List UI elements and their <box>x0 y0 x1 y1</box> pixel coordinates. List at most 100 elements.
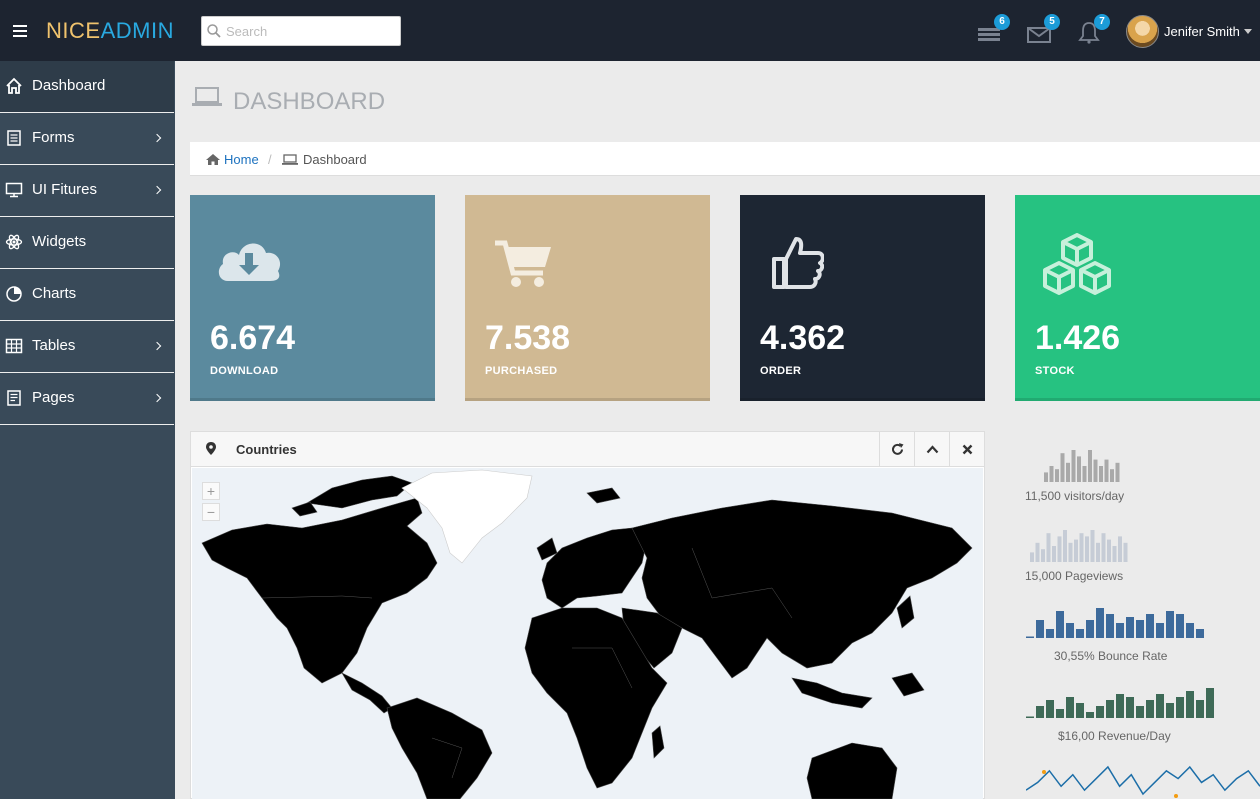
atom-icon <box>5 234 23 250</box>
sparkline-bar <box>1056 611 1064 638</box>
search-icon <box>207 24 221 38</box>
refresh-button[interactable] <box>879 432 914 467</box>
sparkline-bars <box>1026 608 1204 638</box>
logo-text-admin: ADMIN <box>100 18 174 43</box>
stat-tile-order[interactable]: 4.362 ORDER <box>740 195 985 401</box>
chevron-right-icon <box>152 185 162 195</box>
sparkline-bar <box>1056 709 1064 718</box>
thumbs-up-icon <box>772 237 824 289</box>
sparkline-bar <box>1057 536 1062 562</box>
zoom-in-button[interactable]: + <box>202 482 220 500</box>
line-sparkline <box>1025 764 1260 799</box>
sparkline-bar <box>1046 533 1051 562</box>
chevron-up-icon <box>926 445 939 454</box>
map-region-asia <box>631 499 973 679</box>
sparkline-bar <box>1106 700 1114 718</box>
stat-value: 6.674 <box>210 319 296 357</box>
search-box <box>201 16 401 46</box>
sidebar-item-charts[interactable]: Charts <box>0 269 174 321</box>
zoom-out-button[interactable]: − <box>202 503 220 521</box>
map-region-europe <box>541 527 648 609</box>
line-point-highlight <box>1174 794 1178 798</box>
sparkline-bar <box>1076 703 1084 718</box>
chevron-right-icon <box>152 393 162 403</box>
countries-panel: Countries + − <box>190 431 985 799</box>
sparkline-bar <box>1055 469 1059 482</box>
search-input[interactable] <box>226 20 396 42</box>
sparkline-bar <box>1196 629 1204 638</box>
sparkline-bar <box>1099 466 1103 482</box>
user-name: Jenifer Smith <box>1164 24 1240 39</box>
sidebar-item-ui-fitures[interactable]: UI Fitures <box>0 165 174 217</box>
sparkline-bar <box>1176 697 1184 718</box>
sparkline-bar <box>1066 697 1074 718</box>
caret-down-icon <box>1244 29 1252 34</box>
sparkline-bar <box>1104 459 1109 482</box>
world-map[interactable]: + − <box>192 468 983 799</box>
sidebar: Dashboard Forms UI Fitures Widgets Chart… <box>0 61 175 799</box>
sparkline-label: 15,000 Pageviews <box>1025 569 1124 583</box>
alerts-badge: 7 <box>1094 14 1110 30</box>
collapse-button[interactable] <box>914 432 949 467</box>
sparkline-bar <box>1030 552 1034 562</box>
app-logo[interactable]: NICEADMIN <box>46 18 174 44</box>
sparkline-revenue <box>1024 686 1214 727</box>
sparkline-bar <box>1074 539 1078 562</box>
sparkline-bar <box>1090 530 1095 562</box>
sparkline-label: 30,55% Bounce Rate <box>1054 649 1168 663</box>
sidebar-item-label: Dashboard <box>32 77 106 94</box>
stat-label: ORDER <box>760 365 802 377</box>
breadcrumb-current: Dashboard <box>303 152 367 167</box>
sidebar-item-forms[interactable]: Forms <box>0 113 174 165</box>
sidebar-item-dashboard[interactable]: Dashboard <box>0 61 174 113</box>
top-navbar: NICEADMIN 6 5 7 Jenifer Smith <box>0 0 1260 61</box>
cloud-download-icon <box>218 243 281 281</box>
sparkline-bar <box>1126 697 1134 718</box>
stat-value: 7.538 <box>485 319 571 357</box>
sparkline-bar <box>1086 620 1094 638</box>
sparkline-bar <box>1035 542 1040 562</box>
alerts-button[interactable]: 7 <box>1076 14 1110 44</box>
breadcrumb-home-link[interactable]: Home <box>224 152 259 167</box>
stat-tile-download[interactable]: 6.674 DOWNLOAD <box>190 195 435 401</box>
sparkline-bar <box>1046 629 1054 638</box>
close-button[interactable] <box>949 432 984 467</box>
stat-tile-stock[interactable]: 1.426 STOCK <box>1015 195 1260 401</box>
sparkline-visitors <box>1024 448 1144 487</box>
sparkline-bar <box>1096 706 1104 718</box>
sparkline-bar <box>1186 623 1194 638</box>
stat-value: 1.426 <box>1035 319 1121 357</box>
sidebar-item-widgets[interactable]: Widgets <box>0 217 174 269</box>
stat-tile-purchased[interactable]: 7.538 PURCHASED <box>465 195 710 401</box>
sparkline-bar <box>1066 462 1070 482</box>
sidebar-item-pages[interactable]: Pages <box>0 373 174 425</box>
sidebar-item-label: Forms <box>32 129 75 146</box>
breadcrumb-separator: / <box>268 152 272 167</box>
panel-header: Countries <box>191 432 984 467</box>
messages-button[interactable]: 5 <box>1026 14 1060 44</box>
sparkline-bar <box>1096 542 1100 562</box>
sparkline-bar <box>1041 549 1045 562</box>
line-point-highlight <box>1042 770 1046 774</box>
sparkline-bar <box>1206 688 1214 718</box>
sidebar-item-tables[interactable]: Tables <box>0 321 174 373</box>
sparkline-bounce-rate <box>1024 606 1204 647</box>
sparkline-bar <box>1186 691 1194 718</box>
table-icon <box>5 338 23 354</box>
sparkline-bar <box>1093 459 1098 482</box>
sparkline-bar <box>1036 706 1044 718</box>
tasks-button[interactable]: 6 <box>976 14 1010 44</box>
sparkline-bar <box>1115 462 1120 482</box>
menu-toggle-icon[interactable] <box>13 25 27 37</box>
sparkline-bars <box>1030 530 1128 562</box>
sparkline-bar <box>1136 706 1144 718</box>
sparkline-bar <box>1026 636 1034 638</box>
sparkline-label: 11,500 visitors/day <box>1025 489 1125 503</box>
avatar <box>1126 15 1159 48</box>
sidebar-item-label: Pages <box>32 389 75 406</box>
stat-label: STOCK <box>1035 365 1075 377</box>
sparkline-bar <box>1096 608 1104 638</box>
home-icon <box>6 77 22 94</box>
sparkline-bars <box>1044 450 1120 482</box>
map-region-australia <box>806 742 898 799</box>
